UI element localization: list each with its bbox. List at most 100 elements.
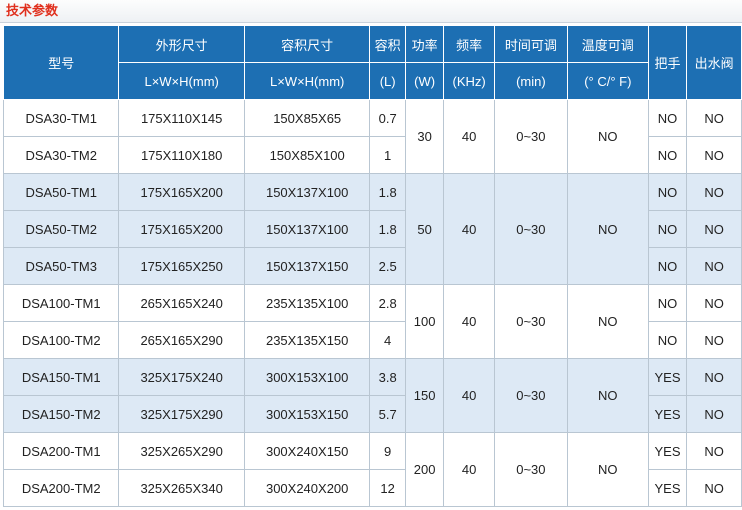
cell-volume: 1.8 (369, 210, 406, 248)
cell-valve: NO (686, 432, 742, 470)
cell-power: 200 (404, 432, 445, 507)
table-row: DSA30-TM1 175X110X145 150X85X65 0.7 30 40 0~30… (2, 99, 742, 174)
cell-valve: NO (686, 136, 742, 174)
cell-outer-size: 175X165X200 (118, 173, 245, 211)
cell-time: 0~30 (493, 284, 568, 359)
header-power-unit: (W) (404, 62, 445, 100)
cell-power: 150 (404, 358, 445, 433)
header-volume-unit: (L) (369, 62, 406, 100)
cell-model: DSA150-TM1 (2, 358, 120, 396)
cell-frequency: 40 (443, 358, 495, 433)
header-time-unit: (min) (493, 62, 568, 100)
cell-volume: 1.8 (369, 173, 406, 211)
header-handle: 把手 (647, 25, 688, 100)
cell-time: 0~30 (493, 173, 568, 285)
cell-volume: 1 (369, 136, 406, 174)
header-volume: 容积 (369, 25, 406, 63)
cell-power: 30 (404, 99, 445, 174)
cell-handle: NO (647, 284, 688, 322)
cell-handle: YES (647, 358, 688, 396)
header-valve: 出水阀 (686, 25, 742, 100)
cell-inner-size: 300X153X100 (243, 358, 371, 396)
header-freq-unit: (KHz) (443, 62, 495, 100)
cell-handle: YES (647, 469, 688, 507)
cell-handle: YES (647, 432, 688, 470)
header-model: 型号 (2, 25, 120, 100)
cell-outer-size: 175X165X250 (118, 247, 245, 285)
header-outer-unit: L×W×H(mm) (118, 62, 245, 100)
cell-model: DSA50-TM2 (2, 210, 120, 248)
cell-volume: 5.7 (369, 395, 406, 433)
cell-temperature: NO (566, 284, 649, 359)
cell-handle: YES (647, 395, 688, 433)
header-freq: 频率 (443, 25, 495, 63)
cell-inner-size: 300X240X150 (243, 432, 371, 470)
cell-model: DSA100-TM1 (2, 284, 120, 322)
cell-handle: NO (647, 321, 688, 359)
table-row: DSA100-TM1 265X165X240 235X135X100 2.8 100 40… (2, 284, 742, 359)
header-temp: 温度可调 (566, 25, 649, 63)
cell-inner-size: 300X153X150 (243, 395, 371, 433)
cell-handle: NO (647, 173, 688, 211)
cell-power: 50 (404, 173, 445, 285)
section-title: 技术参数 (0, 0, 742, 23)
cell-model: DSA100-TM2 (2, 321, 120, 359)
header-outer: 外形尺寸 (118, 25, 245, 63)
cell-outer-size: 175X110X145 (118, 99, 245, 137)
cell-power: 100 (404, 284, 445, 359)
cell-valve: NO (686, 99, 742, 137)
cell-model: DSA200-TM2 (2, 469, 120, 507)
spec-table: 型号 外形尺寸 容积尺寸 容积 功率 频率 时间可调 温度可调 把手 出水阀 L… (2, 25, 742, 507)
header-power: 功率 (404, 25, 445, 63)
cell-volume: 4 (369, 321, 406, 359)
header-inner-unit: L×W×H(mm) (243, 62, 371, 100)
cell-handle: NO (647, 99, 688, 137)
cell-inner-size: 235X135X150 (243, 321, 371, 359)
cell-model: DSA50-TM1 (2, 173, 120, 211)
cell-model: DSA150-TM2 (2, 395, 120, 433)
cell-outer-size: 265X165X290 (118, 321, 245, 359)
cell-model: DSA200-TM1 (2, 432, 120, 470)
cell-valve: NO (686, 358, 742, 396)
cell-outer-size: 175X165X200 (118, 210, 245, 248)
cell-model: DSA30-TM2 (2, 136, 120, 174)
cell-frequency: 40 (443, 432, 495, 507)
table-row: DSA200-TM1 325X265X290 300X240X150 9 200 40 0~… (2, 432, 742, 507)
cell-time: 0~30 (493, 432, 568, 507)
cell-time: 0~30 (493, 99, 568, 174)
cell-outer-size: 325X265X340 (118, 469, 245, 507)
header-inner: 容积尺寸 (243, 25, 371, 63)
cell-temperature: NO (566, 173, 649, 285)
cell-handle: NO (647, 210, 688, 248)
cell-temperature: NO (566, 99, 649, 174)
cell-inner-size: 150X137X100 (243, 210, 371, 248)
cell-temperature: NO (566, 432, 649, 507)
cell-handle: NO (647, 247, 688, 285)
cell-temperature: NO (566, 358, 649, 433)
cell-valve: NO (686, 210, 742, 248)
cell-outer-size: 325X265X290 (118, 432, 245, 470)
cell-outer-size: 265X165X240 (118, 284, 245, 322)
cell-outer-size: 175X110X180 (118, 136, 245, 174)
cell-model: DSA30-TM1 (2, 99, 120, 137)
cell-valve: NO (686, 173, 742, 211)
cell-volume: 3.8 (369, 358, 406, 396)
cell-handle: NO (647, 136, 688, 174)
cell-frequency: 40 (443, 284, 495, 359)
cell-volume: 2.8 (369, 284, 406, 322)
table-row: DSA150-TM1 325X175X240 300X153X100 3.8 150 40… (2, 358, 742, 433)
cell-valve: NO (686, 247, 742, 285)
header-time: 时间可调 (493, 25, 568, 63)
cell-inner-size: 150X85X100 (243, 136, 371, 174)
cell-valve: NO (686, 469, 742, 507)
cell-volume: 12 (369, 469, 406, 507)
cell-inner-size: 150X137X150 (243, 247, 371, 285)
cell-time: 0~30 (493, 358, 568, 433)
cell-valve: NO (686, 395, 742, 433)
cell-frequency: 40 (443, 173, 495, 285)
cell-volume: 0.7 (369, 99, 406, 137)
cell-valve: NO (686, 284, 742, 322)
cell-frequency: 40 (443, 99, 495, 174)
cell-inner-size: 150X85X65 (243, 99, 371, 137)
cell-outer-size: 325X175X240 (118, 358, 245, 396)
